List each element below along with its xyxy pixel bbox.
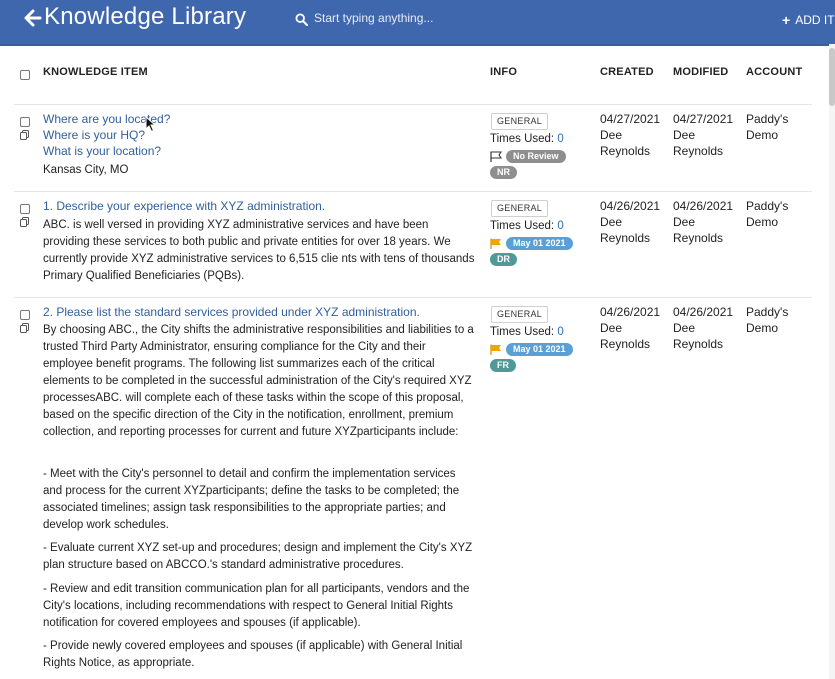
answer-paragraph: - Provide newly covered employees and sp…: [43, 640, 463, 669]
created-by: Dee Reynolds: [600, 321, 651, 351]
account-name: Paddy's Demo: [746, 199, 789, 229]
times-used-count: 0: [557, 133, 564, 145]
times-used-label: Times Used:: [490, 133, 558, 145]
column-header-account[interactable]: ACCOUNT: [746, 66, 802, 78]
scrollbar-thumb[interactable]: [829, 48, 835, 106]
row-divider: [14, 191, 812, 192]
created-date: 04/26/2021: [600, 305, 661, 319]
column-header-info[interactable]: INFO: [490, 66, 517, 78]
due-date-badge: May 01 2021: [506, 343, 573, 356]
answer-paragraph: By choosing ABC., the City shifts the ad…: [43, 324, 474, 438]
vertical-scrollbar[interactable]: [829, 44, 835, 679]
question-link[interactable]: 2. Please list the standard services pro…: [43, 305, 420, 319]
modified-by: Dee Reynolds: [673, 321, 724, 351]
initials-badge: DR: [490, 253, 517, 266]
question-link[interactable]: 1. Describe your experience with XYZ adm…: [43, 199, 325, 213]
back-arrow-icon[interactable]: [24, 8, 42, 28]
times-used: Times Used: 0: [490, 326, 564, 338]
created-by: Dee Reynolds: [600, 215, 651, 245]
row-checkbox[interactable]: [20, 204, 30, 214]
category-tag: GENERAL: [491, 200, 549, 217]
times-used-count: 0: [557, 326, 564, 338]
row-divider: [14, 297, 812, 298]
top-bar: Knowledge Library + ADD IT: [0, 0, 835, 46]
category-tag: GENERAL: [491, 306, 549, 323]
answer-text: Kansas City, MO: [43, 164, 129, 176]
copy-icon[interactable]: [20, 217, 29, 227]
times-used: Times Used: 0: [490, 133, 564, 145]
flag-icon[interactable]: [490, 238, 502, 249]
plus-icon: +: [782, 12, 791, 28]
account-name: Paddy's Demo: [746, 305, 789, 335]
question-link[interactable]: What is your location?: [43, 144, 161, 158]
column-header-item[interactable]: KNOWLEDGE ITEM: [43, 66, 148, 78]
due-date-badge: May 01 2021: [506, 237, 573, 250]
copy-icon[interactable]: [20, 130, 29, 140]
select-all-checkbox[interactable]: [20, 70, 30, 80]
modified-date: 04/26/2021: [673, 305, 734, 319]
answer-paragraph: - Review and edit transition communicati…: [43, 583, 470, 629]
account-name: Paddy's Demo: [746, 112, 789, 142]
row-checkbox[interactable]: [20, 310, 30, 320]
row-divider: [14, 104, 812, 105]
add-item-label: ADD IT: [795, 13, 835, 27]
times-used: Times Used: 0: [490, 220, 564, 232]
initials-badge: NR: [490, 166, 517, 179]
modified-date: 04/26/2021: [673, 199, 734, 213]
modified-date: 04/27/2021: [673, 112, 734, 126]
initials-badge: FR: [490, 359, 516, 372]
times-used-label: Times Used:: [490, 220, 558, 232]
flag-outline-icon[interactable]: [490, 151, 502, 162]
answer-text: ABC. is well versed in providing XYZ adm…: [43, 219, 475, 282]
add-item-button[interactable]: + ADD IT: [782, 13, 835, 27]
search-input[interactable]: [314, 8, 614, 28]
column-header-created[interactable]: CREATED: [600, 66, 654, 78]
status-badge: No Review: [506, 150, 566, 163]
category-tag: GENERAL: [491, 113, 549, 130]
created-by: Dee Reynolds: [600, 128, 651, 158]
answer-paragraph: - Evaluate current XYZ set-up and proced…: [43, 542, 473, 571]
times-used-count: 0: [557, 220, 564, 232]
copy-icon[interactable]: [20, 323, 29, 333]
question-link[interactable]: Where is your HQ?: [43, 128, 145, 142]
mouse-pointer-icon: [145, 116, 157, 133]
created-date: 04/27/2021: [600, 112, 661, 126]
page-title: Knowledge Library: [44, 3, 247, 30]
column-header-modified[interactable]: MODIFIED: [673, 66, 728, 78]
times-used-label: Times Used:: [490, 326, 558, 338]
modified-by: Dee Reynolds: [673, 215, 724, 245]
answer-paragraph: - Meet with the City's personnel to deta…: [43, 468, 460, 531]
search-icon: [295, 13, 308, 26]
modified-by: Dee Reynolds: [673, 128, 724, 158]
flag-icon[interactable]: [490, 344, 502, 355]
created-date: 04/26/2021: [600, 199, 661, 213]
row-checkbox[interactable]: [20, 117, 30, 127]
